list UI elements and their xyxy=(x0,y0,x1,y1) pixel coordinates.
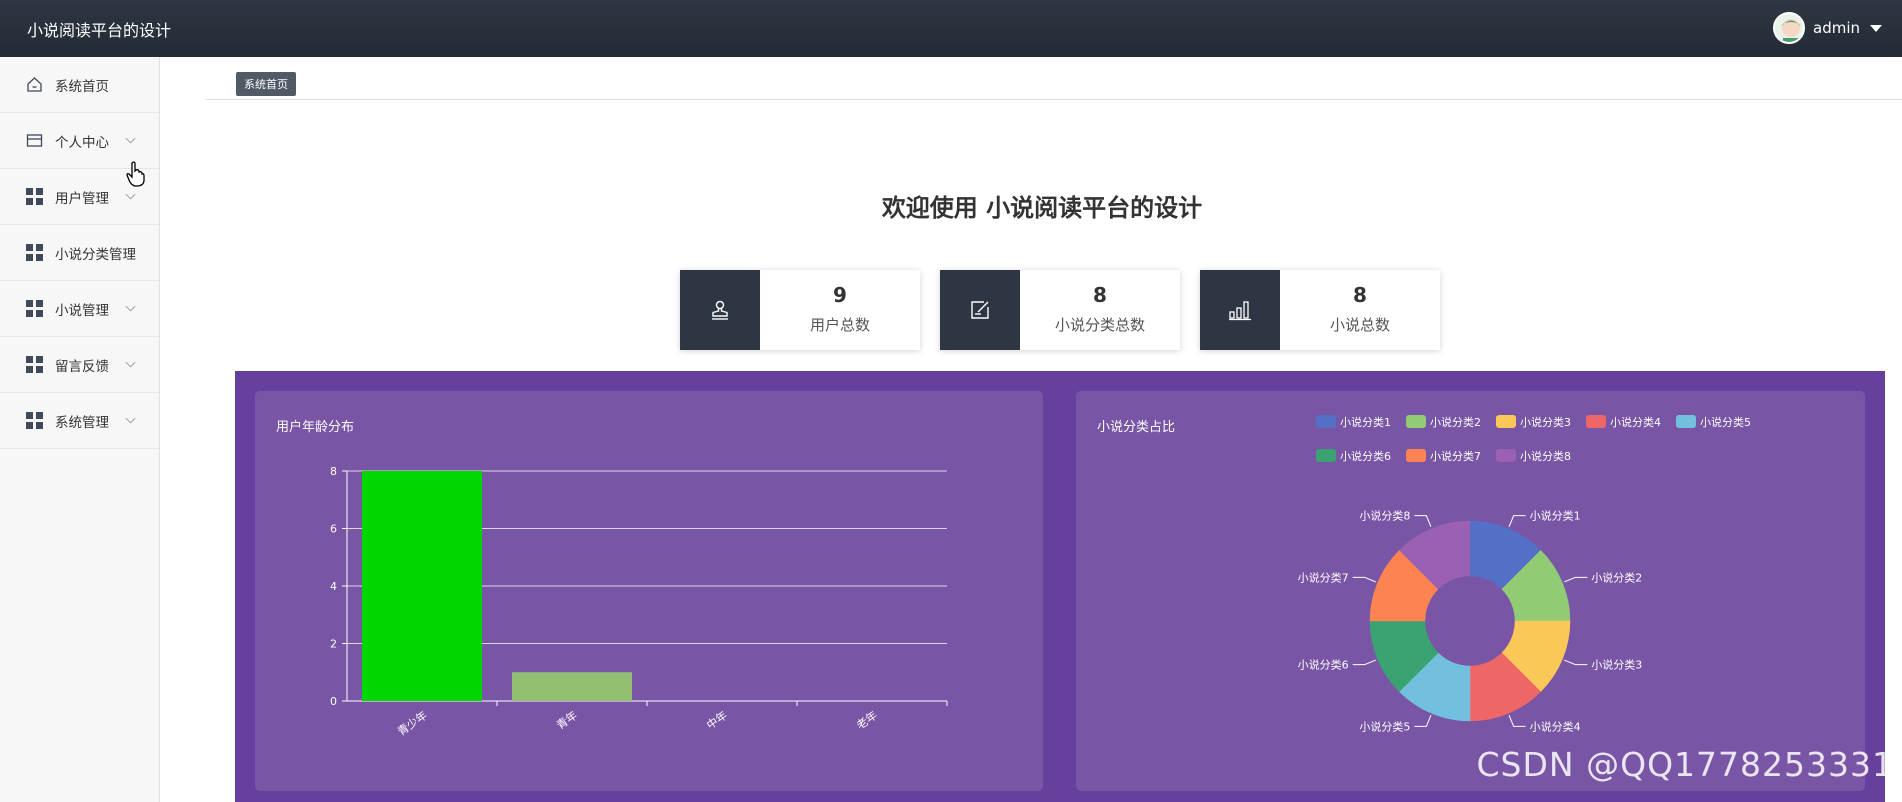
pie-leader-line xyxy=(1564,659,1588,666)
x-tick-label: 老年 xyxy=(854,708,880,732)
pie-label: 小说分类4 xyxy=(1530,719,1581,733)
y-tick-label: 6 xyxy=(330,523,337,536)
pie-leader-line xyxy=(1508,515,1526,527)
caret-down-icon[interactable] xyxy=(1870,24,1882,32)
pie-leader-line xyxy=(1352,576,1376,583)
stat-value: 9 xyxy=(833,283,847,307)
chart-title: 小说分类占比 xyxy=(1097,420,1176,435)
legend-swatch xyxy=(1406,449,1426,462)
pie-label: 小说分类5 xyxy=(1359,719,1410,733)
category-chart-card: 小说分类占比 小说分类1 小说分类2 小说分类3 小说分类4 小说分类5 小说分类6 小说分… xyxy=(1076,391,1865,791)
chart-title: 用户年龄分布 xyxy=(276,420,355,435)
legend-swatch xyxy=(1496,449,1516,462)
sidebar-item-label: 个人中心 xyxy=(55,134,109,151)
legend-swatch xyxy=(1406,415,1426,428)
sidebar-item-novels[interactable]: 小说管理 xyxy=(0,281,159,337)
chevron-down-icon xyxy=(125,189,136,200)
sidebar-item-home[interactable]: 系统首页 xyxy=(0,57,159,113)
stat-card-categories: 8 小说分类总数 xyxy=(940,270,1180,350)
sidebar-item-feedback[interactable]: 留言反馈 xyxy=(0,337,159,393)
grid-icon xyxy=(26,412,43,429)
y-tick-label: 4 xyxy=(330,580,337,593)
pie-label: 小说分类1 xyxy=(1530,509,1581,523)
user-name[interactable]: admin xyxy=(1813,19,1860,37)
user-menu[interactable]: admin xyxy=(1773,10,1882,46)
home-icon xyxy=(27,77,42,92)
sidebar-item-label: 小说管理 xyxy=(55,302,109,319)
pie-label: 小说分类7 xyxy=(1298,570,1349,584)
grid-icon xyxy=(26,356,43,373)
breadcrumb: 系统首页 xyxy=(206,70,1902,100)
avatar[interactable] xyxy=(1773,12,1805,44)
stat-card-novels: 8 小说总数 xyxy=(1200,270,1440,350)
pie-leader-line xyxy=(1352,659,1376,666)
bar-chart-icon xyxy=(1229,301,1251,321)
legend-swatch xyxy=(1586,415,1606,428)
legend-label: 小说分类8 xyxy=(1520,449,1571,463)
pie-leader-line xyxy=(1414,515,1432,527)
pie-label: 小说分类8 xyxy=(1359,509,1410,523)
sidebar-item-label: 用户管理 xyxy=(55,190,109,207)
pie-leader-line xyxy=(1564,576,1588,583)
sidebar-item-label: 留言反馈 xyxy=(55,358,109,375)
grid-icon xyxy=(26,188,43,205)
legend-label: 小说分类5 xyxy=(1700,415,1751,429)
age-chart-card: 用户年龄分布 0 2 4 6 8 青少年 青年 中年 老年 xyxy=(255,391,1043,791)
sidebar-item-label: 系统管理 xyxy=(55,414,109,431)
top-bar: 小说阅读平台的设计 admin xyxy=(0,0,1902,57)
pie-leader-line xyxy=(1508,715,1526,727)
age-bar-chart[interactable]: 0 2 4 6 8 青少年 青年 中年 老年 xyxy=(255,391,1043,791)
stamp-icon xyxy=(712,300,728,320)
grid-icon xyxy=(26,244,43,261)
stat-label: 用户总数 xyxy=(809,316,870,334)
page-title: 欢迎使用 小说阅读平台的设计 xyxy=(881,194,1203,222)
pie-label: 小说分类3 xyxy=(1591,658,1642,672)
pie-label: 小说分类2 xyxy=(1591,570,1642,584)
chevron-down-icon xyxy=(125,133,136,144)
legend-swatch xyxy=(1496,415,1516,428)
legend-label: 小说分类3 xyxy=(1520,415,1571,429)
watermark: CSDN @QQ1778253331 xyxy=(1476,745,1894,784)
avatar-image xyxy=(1781,19,1801,42)
y-tick-label: 8 xyxy=(330,465,337,478)
chevron-down-icon xyxy=(125,413,136,424)
stat-card-users: 9 用户总数 xyxy=(680,270,920,350)
legend-label: 小说分类7 xyxy=(1430,449,1481,463)
sidebar-item-label: 系统首页 xyxy=(55,78,109,95)
grid-icon xyxy=(26,300,43,317)
charts-panel: 用户年龄分布 0 2 4 6 8 青少年 青年 中年 老年 小说分类占比 小说分类1 小说分类2 小… xyxy=(235,371,1885,802)
stat-value: 8 xyxy=(1093,283,1107,307)
x-tick-label: 青少年 xyxy=(395,708,430,738)
bar xyxy=(362,471,482,701)
bar xyxy=(512,672,632,701)
legend-label: 小说分类2 xyxy=(1430,415,1481,429)
app-title: 小说阅读平台的设计 xyxy=(27,21,172,40)
sidebar-item-system[interactable]: 系统管理 xyxy=(0,393,159,449)
stats-row: 9 用户总数 8 小说分类总数 8 小说总数 xyxy=(680,270,1440,350)
y-tick-label: 2 xyxy=(330,638,337,651)
y-tick-label: 0 xyxy=(330,695,337,708)
chevron-down-icon xyxy=(125,357,136,368)
stat-value: 8 xyxy=(1353,283,1367,307)
card-icon xyxy=(26,134,43,147)
hand-cursor-icon xyxy=(126,161,145,187)
legend-label: 小说分类4 xyxy=(1610,415,1661,429)
sidebar-item-novel-categories[interactable]: 小说分类管理 xyxy=(0,225,159,281)
pie-label: 小说分类6 xyxy=(1298,658,1349,672)
stat-label: 小说分类总数 xyxy=(1054,316,1145,334)
legend-label: 小说分类6 xyxy=(1340,449,1391,463)
edit-icon xyxy=(971,301,989,319)
sidebar-item-label: 小说分类管理 xyxy=(55,246,136,263)
x-tick-label: 青年 xyxy=(554,708,580,732)
x-tick-label: 中年 xyxy=(704,708,730,732)
chevron-down-icon xyxy=(125,301,136,312)
category-pie-chart[interactable]: 小说分类1 小说分类2 小说分类3 小说分类4 小说分类5 小说分类6 小说分类7 小说分类8… xyxy=(1076,391,1865,791)
legend-swatch xyxy=(1316,449,1336,462)
breadcrumb-item[interactable]: 系统首页 xyxy=(236,72,296,96)
stat-label: 小说总数 xyxy=(1329,316,1390,334)
legend-swatch xyxy=(1316,415,1336,428)
pie-leader-line xyxy=(1414,715,1432,727)
legend-label: 小说分类1 xyxy=(1340,415,1391,429)
legend-swatch xyxy=(1676,415,1696,428)
